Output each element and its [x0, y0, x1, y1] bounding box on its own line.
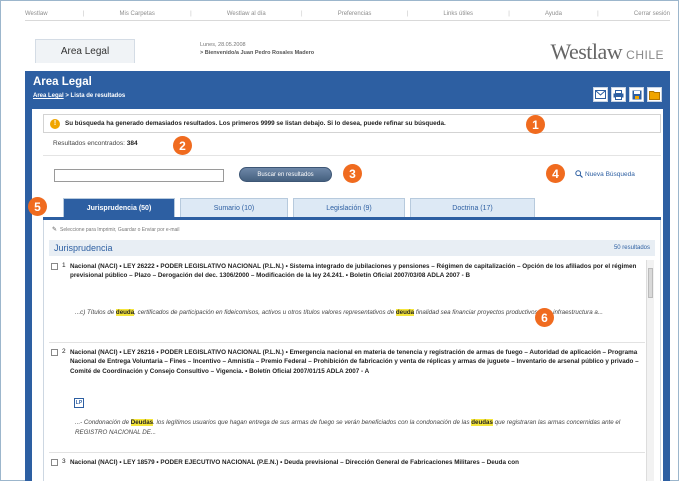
section-count: 50 resultados — [613, 245, 650, 251]
highlight-term: deuda — [115, 309, 135, 316]
results-count-label: Resultados encontrados: — [53, 140, 125, 147]
search-in-results-button[interactable]: Buscar en resultados — [239, 167, 332, 182]
current-date: Lunes, 28.05.2008 — [200, 42, 246, 48]
print-icon[interactable] — [611, 87, 626, 102]
nav-westlaw[interactable]: Westlaw — [25, 11, 48, 17]
scrollbar-thumb[interactable] — [648, 268, 653, 298]
result-checkbox[interactable] — [51, 459, 58, 466]
callout-badge-3: 3 — [343, 164, 362, 183]
email-icon[interactable] — [593, 87, 608, 102]
results-scrollbar[interactable] — [646, 260, 654, 481]
results-list: 1 Nacional (NACI) • LEY 26222 • PODER LE… — [49, 260, 645, 481]
results-count-value: 384 — [126, 140, 138, 147]
tab-doctrina[interactable]: Doctrina (17) — [410, 198, 535, 217]
result-number: 1 — [62, 262, 66, 269]
search-in-results-input[interactable] — [54, 169, 224, 182]
nav-separator: | — [508, 11, 510, 17]
result-divider — [49, 342, 645, 343]
nav-cerrar-sesion[interactable]: Cerrar sesión — [634, 11, 670, 17]
westlaw-logo: Westlaw CHILE — [550, 39, 664, 65]
section-header: Jurisprudencia 50 resultados — [49, 240, 655, 256]
logo-country: CHILE — [626, 48, 664, 62]
result-snippet: ...- Condonación de Deudas. los legítimo… — [75, 418, 640, 438]
snippet-text: finalidad sea financiar proyectos produc… — [414, 309, 603, 316]
callout-badge-5: 5 — [28, 197, 47, 216]
selection-hint: ✎ Seleccione para Imprimir, Guardar o En… — [52, 226, 180, 234]
nav-ayuda[interactable]: Ayuda — [545, 11, 562, 17]
snippet-text: . los legítimos usuarios que hagan entre… — [153, 419, 472, 426]
nav-separator: | — [597, 11, 599, 17]
result-checkbox[interactable] — [51, 349, 58, 356]
snippet-text: ...c) Títulos de — [75, 309, 116, 316]
magnifier-icon — [575, 170, 583, 178]
nav-links-utiles[interactable]: Links útiles — [443, 11, 473, 17]
breadcrumb: Area Legal > Lista de resultados — [33, 93, 125, 99]
snippet-text: , certificados de participación en fidei… — [134, 309, 396, 316]
nav-westlaw-al-dia[interactable]: Westlaw al día — [227, 11, 266, 17]
nav-separator: | — [82, 11, 85, 17]
result-title-link[interactable]: Nacional (NACI) • LEY 26216 • PODER LEGI… — [70, 348, 640, 376]
toolbar — [593, 87, 662, 102]
alert-message: Su búsqueda ha generado demasiados resul… — [65, 120, 446, 127]
selection-hint-text: Seleccione para Imprimir, Guardar o Envi… — [60, 226, 180, 233]
result-number: 3 — [62, 458, 66, 465]
lp-badge-icon[interactable]: LP — [74, 398, 84, 408]
area-legal-tab[interactable]: Area Legal — [35, 39, 135, 63]
session-info: Lunes, 28.05.2008 > Bienvenido/a Juan Pe… — [200, 41, 314, 57]
pencil-icon: ✎ — [52, 227, 58, 233]
too-many-results-alert: ! Su búsqueda ha generado demasiados res… — [43, 114, 661, 133]
tab-jurisprudencia[interactable]: Jurisprudencia (50) — [63, 198, 175, 217]
breadcrumb-current: > Lista de resultados — [65, 93, 126, 99]
result-title-link[interactable]: Nacional (NACI) • LEY 26222 • PODER LEGI… — [70, 262, 640, 281]
callout-badge-4: 4 — [546, 164, 565, 183]
logo-westlaw: Westlaw — [550, 39, 623, 64]
new-search-link[interactable]: Nueva Búsqueda — [575, 170, 635, 178]
breadcrumb-area-legal[interactable]: Area Legal — [33, 93, 64, 99]
callout-badge-1: 1 — [526, 115, 545, 134]
results-count: Resultados encontrados: 384 — [53, 140, 138, 147]
welcome-message: > Bienvenido/a Juan Pedro Rosales Madero — [200, 50, 315, 56]
callout-badge-2: 2 — [173, 136, 192, 155]
result-divider — [49, 452, 645, 453]
nav-separator: | — [406, 11, 409, 17]
save-icon[interactable] — [629, 87, 644, 102]
result-item: 1 Nacional (NACI) • LEY 26222 • PODER LE… — [49, 262, 645, 342]
highlight-term: deudas — [471, 419, 493, 426]
highlight-term: deuda — [395, 309, 415, 316]
divider — [43, 155, 661, 156]
results-panel: ✎ Seleccione para Imprimir, Guardar o En… — [43, 220, 661, 481]
result-title-link[interactable]: Nacional (NACI) • LEY 18579 • PODER EJEC… — [70, 458, 640, 467]
nav-separator: | — [190, 11, 192, 17]
result-tabs: Jurisprudencia (50) Sumario (10) Legisla… — [43, 197, 661, 217]
result-item: 3 Nacional (NACI) • LEY 18579 • PODER EJ… — [49, 458, 645, 481]
nav-preferencias[interactable]: Preferencias — [338, 11, 372, 17]
highlight-term: Deudas — [130, 419, 154, 426]
nav-separator: | — [300, 11, 303, 17]
warning-icon: ! — [50, 118, 60, 129]
page-title: Area Legal — [33, 76, 92, 88]
top-navigation: Westlaw | Mis Carpetas | Westlaw al día … — [25, 8, 670, 21]
nav-mis-carpetas[interactable]: Mis Carpetas — [120, 11, 155, 17]
result-checkbox[interactable] — [51, 263, 58, 270]
page-title-bar: Area Legal Area Legal > Lista de resulta… — [25, 71, 670, 109]
tab-legislacion[interactable]: Legislación (9) — [293, 198, 405, 217]
header: Area Legal Lunes, 28.05.2008 > Bienvenid… — [25, 23, 670, 69]
result-snippet: ...c) Títulos de deuda, certificados de … — [75, 308, 640, 318]
result-item: 2 Nacional (NACI) • LEY 26216 • PODER LE… — [49, 348, 645, 448]
tab-sumario[interactable]: Sumario (10) — [180, 198, 288, 217]
result-number: 2 — [62, 348, 66, 355]
section-title: Jurisprudencia — [54, 243, 113, 253]
main-content: ! Su búsqueda ha generado demasiados res… — [25, 109, 670, 481]
callout-badge-6: 6 — [535, 308, 554, 327]
snippet-text: ...- Condonación de — [75, 419, 131, 426]
screen-frame: Westlaw | Mis Carpetas | Westlaw al día … — [0, 0, 679, 481]
folder-icon[interactable] — [647, 87, 662, 102]
new-search-label: Nueva Búsqueda — [585, 170, 635, 178]
